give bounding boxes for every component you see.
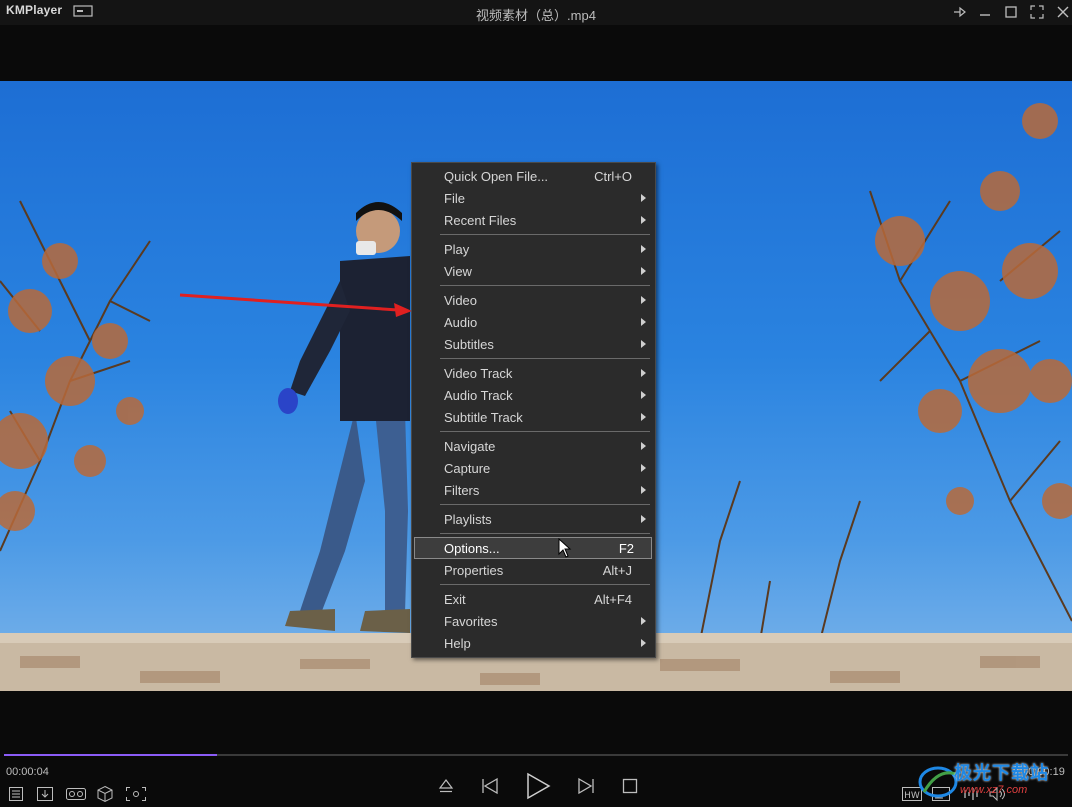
menu-item-label: Play [444,242,470,257]
menu-item-filters[interactable]: Filters [414,479,652,501]
pin-icon[interactable] [951,3,969,21]
stop-icon[interactable] [621,777,639,795]
menu-item-label: Audio [444,315,478,330]
menu-item-label: Navigate [444,439,496,454]
menu-item-label: File [444,191,465,206]
title-bar: KMPlayer 视频素材（总）.mp4 [0,0,1072,25]
menu-item-recent-files[interactable]: Recent Files [414,209,652,231]
submenu-arrow-icon [641,391,646,399]
menu-separator [440,234,650,235]
menu-item-label: Recent Files [444,213,517,228]
menu-separator [440,584,650,585]
menu-item-label: Video Track [444,366,513,381]
menu-item-label: Favorites [444,614,498,629]
person-walking [278,202,410,633]
context-menu: Quick Open File... Ctrl+O File Recent Fi… [411,162,656,658]
submenu-arrow-icon [641,369,646,377]
current-time: 00:00:04 [6,766,49,778]
menu-item-navigate[interactable]: Navigate [414,435,652,457]
menu-separator [440,431,650,432]
menu-item-video[interactable]: Video [414,289,652,311]
menu-separator [440,358,650,359]
submenu-arrow-icon [641,245,646,253]
menu-item-label: Exit [444,592,466,607]
submenu-arrow-icon [641,216,646,224]
menu-item-video-track[interactable]: Video Track [414,362,652,384]
menu-item-label: Quick Open File... [444,169,549,184]
menu-item-shortcut: Alt+J [602,563,632,578]
window-title: 视频素材（总）.mp4 [476,8,596,23]
menu-item-label: Capture [444,461,491,476]
next-icon[interactable] [576,776,596,796]
menu-item-capture[interactable]: Capture [414,457,652,479]
menu-item-view[interactable]: View [414,260,652,282]
maximize-icon[interactable] [1002,3,1020,21]
menu-item-label: Options... [444,541,500,556]
menu-item-shortcut: F2 [618,541,634,556]
menu-item-subtitles[interactable]: Subtitles [414,333,652,355]
menu-item-subtitle-track[interactable]: Subtitle Track [414,406,652,428]
menu-separator [440,285,650,286]
menu-separator [440,533,650,534]
watermark-text: 极光下载站 [954,763,1049,784]
menu-item-help[interactable]: Help [414,632,652,654]
menu-item-label: Audio Track [444,388,513,403]
menu-separator [440,504,650,505]
submenu-arrow-icon [641,194,646,202]
mouse-cursor-icon [558,538,572,558]
menu-item-label: Playlists [444,512,492,527]
menu-item-label: View [444,264,472,279]
submenu-arrow-icon [641,267,646,275]
menu-item-label: Help [444,636,471,651]
menu-item-play[interactable]: Play [414,238,652,260]
vr-icon[interactable] [65,786,87,802]
fullscreen-icon[interactable] [1028,3,1046,21]
watermark-url: www.xz7.com [960,784,1028,796]
3d-cube-icon[interactable] [96,785,114,803]
submenu-arrow-icon [641,340,646,348]
seek-bar-progress [4,754,217,756]
menu-item-label: Properties [444,563,504,578]
menu-item-playlists[interactable]: Playlists [414,508,652,530]
menu-item-label: Video [444,293,478,308]
left-tree-leaves [0,243,144,531]
menu-item-audio-track[interactable]: Audio Track [414,384,652,406]
capture-frame-icon[interactable] [125,786,147,802]
playlist-icon[interactable] [8,786,24,802]
menu-item-options[interactable]: Options... F2 [414,537,652,559]
eject-icon[interactable] [437,777,455,795]
download-icon[interactable] [36,786,54,802]
menu-item-exit[interactable]: Exit Alt+F4 [414,588,652,610]
menu-item-label: Subtitle Track [444,410,523,425]
right-tree-leaves [875,103,1072,519]
submenu-arrow-icon [641,486,646,494]
submenu-arrow-icon [641,515,646,523]
menu-item-label: Filters [444,483,480,498]
menu-item-favorites[interactable]: Favorites [414,610,652,632]
menu-item-quick-open-file[interactable]: Quick Open File... Ctrl+O [414,165,652,187]
submenu-arrow-icon [641,296,646,304]
menu-item-label: Subtitles [444,337,494,352]
submenu-arrow-icon [641,617,646,625]
menu-item-file[interactable]: File [414,187,652,209]
menu-item-audio[interactable]: Audio [414,311,652,333]
submenu-arrow-icon [641,318,646,326]
previous-icon[interactable] [480,776,500,796]
play-icon[interactable] [524,771,552,801]
menu-item-properties[interactable]: Properties Alt+J [414,559,652,581]
submenu-arrow-icon [641,639,646,647]
menu-item-shortcut: Ctrl+O [594,169,632,184]
submenu-arrow-icon [641,413,646,421]
minimize-icon[interactable] [976,3,994,21]
submenu-arrow-icon [641,464,646,472]
menu-item-shortcut: Alt+F4 [594,592,632,607]
submenu-arrow-icon [641,442,646,450]
close-icon[interactable] [1054,3,1072,21]
